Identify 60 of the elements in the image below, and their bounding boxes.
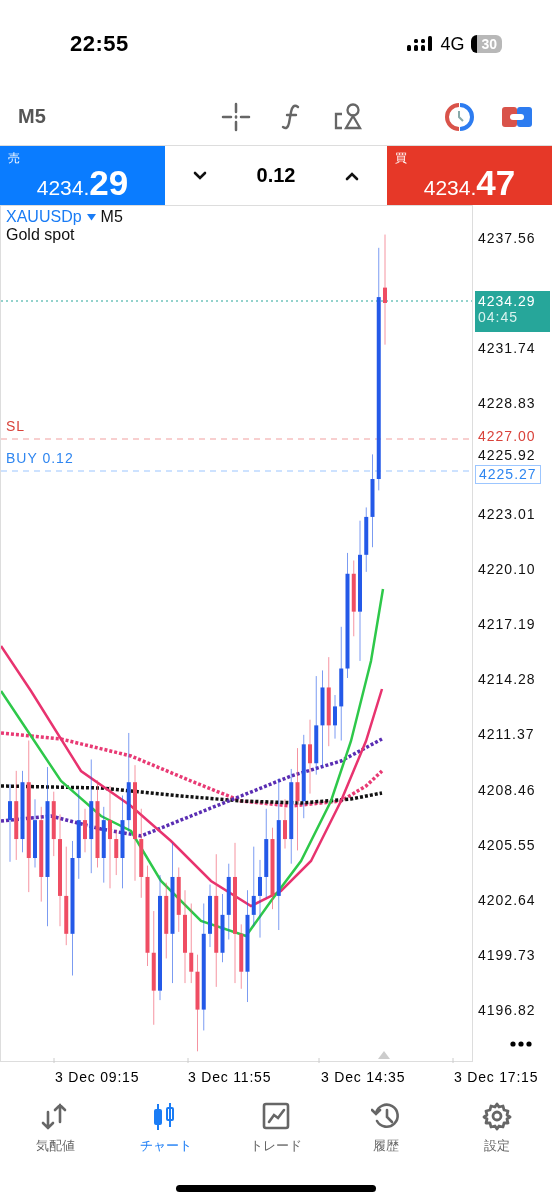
settings-icon <box>481 1101 512 1131</box>
sell-button[interactable]: 売 4234.29 <box>0 146 165 205</box>
price-quote: 4234.47 <box>423 163 516 203</box>
price-tick: 4214.28 <box>478 672 536 688</box>
line-chart-icon <box>261 1101 291 1131</box>
crosshair-icon[interactable] <box>221 101 251 132</box>
candle <box>83 808 87 853</box>
chart-panel[interactable]: XAUUSDp M5 Gold spot SL BUY 0.12 <box>0 205 473 1062</box>
price-tick: 4205.55 <box>478 837 536 853</box>
signal-icon <box>407 36 434 52</box>
tab-bar-item[interactable]: 設定 <box>441 1092 552 1164</box>
price-tick: 4225.92 <box>478 447 536 463</box>
time-tick: 3 Dec 14:35 <box>321 1069 407 1085</box>
timeframe-button[interactable]: M5 <box>18 105 168 128</box>
bar-countdown: 04:45 <box>478 309 520 325</box>
order-line-label: SL <box>6 418 26 434</box>
order-price: 4225.27 <box>475 465 541 484</box>
price-tick: 4228.83 <box>478 396 536 412</box>
candle <box>283 798 287 850</box>
shapes-icon[interactable] <box>333 101 363 132</box>
candle <box>333 694 337 740</box>
chart-timeframe: M5 <box>100 208 123 226</box>
price-tick: 4202.64 <box>478 892 536 908</box>
more-icon[interactable] <box>509 1040 533 1048</box>
history-icon <box>371 1101 402 1131</box>
symbol-name[interactable]: XAUUSDp <box>6 208 82 226</box>
price-tick: 4220.10 <box>478 561 536 577</box>
side-label: 買 <box>395 150 408 167</box>
price-tick: 4237.56 <box>478 231 536 246</box>
price-tick: 4231.74 <box>478 341 536 357</box>
time-tick: 3 Dec 09:15 <box>55 1069 141 1085</box>
trade-panel-icon[interactable] <box>502 104 532 129</box>
price-tick: 4199.73 <box>478 947 536 963</box>
candle <box>33 798 37 868</box>
tab-bar-item[interactable]: トレード <box>220 1092 332 1164</box>
price-tick: 4208.46 <box>478 782 536 798</box>
order-line-label: BUY 0.12 <box>6 450 74 466</box>
time-tick: 3 Dec 17:15 <box>454 1069 540 1085</box>
tab-bar-item[interactable]: チャート <box>110 1092 221 1164</box>
caret-icon[interactable] <box>86 213 96 221</box>
tab-bar-item[interactable]: 気配値 <box>0 1092 111 1164</box>
price-tick: 4196.82 <box>478 1003 536 1019</box>
clock-time: 22:55 <box>70 31 129 57</box>
tab-bar-item[interactable]: 履歴 <box>331 1092 442 1164</box>
one-click-icon[interactable] <box>444 101 474 132</box>
volume-value[interactable]: 0.12 <box>256 164 296 187</box>
battery-indicator: 30 <box>471 35 502 53</box>
price-tick: 4223.01 <box>478 506 536 522</box>
candle <box>208 884 212 948</box>
price-tick: 4217.19 <box>478 617 536 633</box>
time-tick: 3 Dec 11:55 <box>188 1069 273 1085</box>
symbol-description: Gold spot <box>6 226 76 244</box>
price-quote: 4234.29 <box>36 163 129 203</box>
bid-price: 4234.29 <box>478 293 537 309</box>
price-tick: 4211.37 <box>478 727 535 743</box>
buy-button[interactable]: 買 4234.47 <box>387 146 552 205</box>
chevron-down-icon[interactable] <box>192 169 208 182</box>
network-type: 4G <box>440 33 465 55</box>
scroll-marker-icon[interactable] <box>378 1051 390 1059</box>
side-label: 売 <box>8 150 21 167</box>
